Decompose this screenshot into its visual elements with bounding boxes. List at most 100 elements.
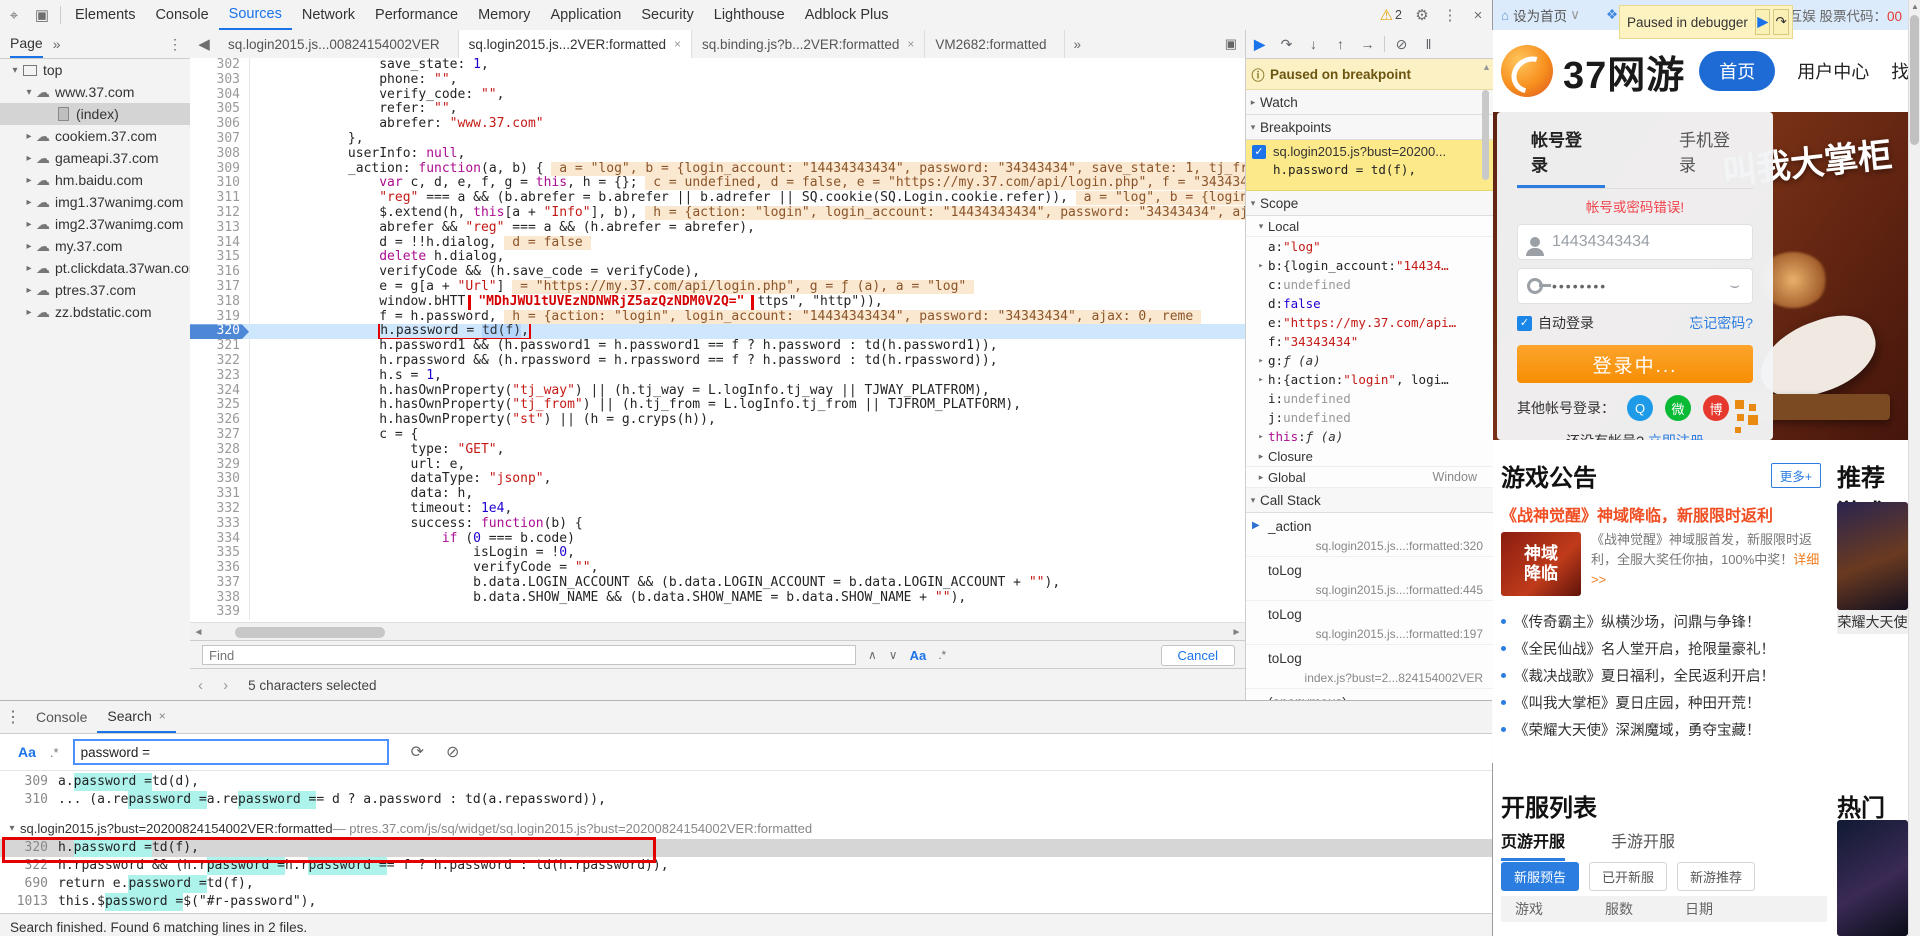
tree-item[interactable]: ▸zz.bdstatic.com (0, 301, 190, 323)
sidebar-menu-icon[interactable]: ⋮ (168, 36, 182, 53)
announcement-item[interactable]: 《全民仙战》名人堂开启，抢限量豪礼！ (1501, 635, 1831, 662)
scope-row[interactable]: ▸ b: {login_account: "14434… (1246, 256, 1493, 275)
sidebar-overflow-icon[interactable]: » (53, 36, 61, 52)
site-logo-icon[interactable] (1501, 45, 1553, 97)
line-number[interactable]: 308 (190, 146, 250, 162)
overlay-step-icon[interactable]: ↷ (1773, 9, 1789, 35)
announcement-item[interactable]: 《荣耀大天使》深渊魔域，勇夺宝藏！ (1501, 716, 1831, 743)
line-number[interactable]: 328 (190, 442, 250, 458)
site-logo-text[interactable]: 37网游 (1563, 44, 1685, 99)
line-number[interactable]: 307 (190, 131, 250, 147)
nav-user-center[interactable]: 用户中心 (1797, 58, 1869, 84)
source-tab[interactable]: sq.login2015.js...00824154002VER (218, 30, 459, 58)
scope-section[interactable]: ▾ Scope (1246, 191, 1493, 216)
set-homepage-link[interactable]: 设为首页 (1513, 5, 1567, 25)
tree-item[interactable]: ▸img2.37wanimg.com (0, 213, 190, 235)
settings-gear-icon[interactable]: ⚙ (1408, 1, 1436, 29)
callstack-frame[interactable]: _action sq.login2015.js...:formatted:320 (1246, 513, 1493, 557)
panel-tab[interactable]: Adblock Plus (795, 1, 899, 30)
refresh-icon[interactable]: ⟳ (411, 742, 424, 762)
scope-row[interactable]: i: undefined (1246, 389, 1493, 408)
show-navigator-icon[interactable]: ◀ (190, 30, 218, 58)
step-out-icon[interactable]: ↑ (1327, 36, 1354, 52)
panel-tab[interactable]: Security (631, 1, 703, 30)
match-case-toggle[interactable]: Aa (18, 744, 36, 760)
scroll-up-icon[interactable]: ▲ (1909, 0, 1920, 14)
scope-row[interactable]: c: undefined (1246, 275, 1493, 294)
resume-icon[interactable]: ▶ (1246, 36, 1273, 53)
line-number[interactable]: 314 (190, 235, 250, 251)
tree-item[interactable]: ▸hm.baidu.com (0, 169, 190, 191)
news-headline[interactable]: 《战神觉醒》神域降临，新服限时返利 (1501, 502, 1831, 526)
scrollbar-thumb[interactable] (235, 626, 385, 638)
scope-row[interactable]: ▸ Closure (1246, 446, 1493, 467)
search-result-row[interactable]: 690 return e. password = td(f), (0, 875, 1492, 893)
opened-servers-button[interactable]: 已开新服 (1589, 862, 1668, 891)
line-number[interactable]: 312 (190, 205, 250, 221)
recommended-game-caption[interactable]: 荣耀大天使 (1837, 610, 1908, 634)
line-number[interactable]: 337 (190, 575, 250, 591)
tree-item[interactable]: ▾ top (0, 59, 190, 81)
line-number[interactable]: 331 (190, 486, 250, 502)
source-tab[interactable]: sq.login2015.js...2VER:formatted × (458, 30, 693, 58)
wechat-login-icon[interactable]: 微 (1665, 395, 1691, 421)
panel-tab[interactable]: Sources (218, 1, 292, 30)
announcement-item[interactable]: 《叫我大掌柜》夏日庄园，种田开荒！ (1501, 689, 1831, 716)
breakpoint-item[interactable]: ✓ sq.login2015.js?bust=20200... h.passwo… (1246, 140, 1493, 191)
source-tab[interactable]: VM2682:formatted (925, 30, 1066, 58)
search-result-row[interactable]: 1013 this.$ password = $("#r-password"), (0, 893, 1492, 911)
more-button[interactable]: 更多+ (1770, 463, 1821, 488)
line-number[interactable]: 329 (190, 457, 250, 473)
tab-console[interactable]: Console (26, 702, 97, 733)
history-arrows-icon[interactable]: ‹ › (198, 677, 236, 694)
line-number[interactable]: 310 (190, 176, 250, 192)
line-number[interactable]: 315 (190, 250, 250, 266)
scope-row[interactable]: ▾ Local (1246, 216, 1493, 237)
weibo-login-icon[interactable]: 博 (1703, 395, 1729, 421)
find-cancel-button[interactable]: Cancel (1160, 644, 1235, 666)
line-number[interactable]: 321 (190, 338, 250, 354)
show-password-icon[interactable]: ⌣ (1729, 277, 1740, 295)
tree-item[interactable]: ▸gameapi.37.com (0, 147, 190, 169)
auto-login-checkbox[interactable]: ✓ (1517, 315, 1532, 331)
panel-tab[interactable]: Application (540, 1, 631, 30)
line-number[interactable]: 333 (190, 516, 250, 532)
line-number[interactable]: 324 (190, 383, 250, 399)
callstack-frame[interactable]: toLog sq.login2015.js...:formatted:445 (1246, 557, 1493, 601)
overlay-resume-icon[interactable]: ▶ (1754, 9, 1771, 35)
hot-game-thumbnail[interactable] (1837, 820, 1908, 936)
scope-row[interactable]: f: "34343434" (1246, 332, 1493, 351)
callstack-frame[interactable]: toLog sq.login2015.js...:formatted:197 (1246, 601, 1493, 645)
scope-row[interactable]: ▸ this: ƒ (a) (1246, 427, 1493, 446)
find-next-icon[interactable]: ∨ (889, 648, 898, 662)
pause-on-exceptions-icon[interactable]: ‖ (1415, 36, 1442, 52)
tree-item[interactable]: ▾www.37.com (0, 81, 190, 103)
step-into-icon[interactable]: ↓ (1300, 36, 1327, 52)
tab-search[interactable]: Search × (97, 702, 176, 733)
line-number[interactable]: 336 (190, 560, 250, 576)
warning-icon[interactable]: ⚠ (1380, 6, 1393, 24)
line-number[interactable]: 302 (190, 58, 250, 73)
line-number[interactable]: 311 (190, 190, 250, 206)
tab-close-icon[interactable]: × (674, 37, 681, 51)
line-number[interactable]: 317 (190, 279, 250, 295)
callstack-section[interactable]: ▾ Call Stack (1246, 488, 1493, 513)
line-number[interactable]: 339 (190, 605, 250, 621)
step-over-icon[interactable]: ↷ (1273, 36, 1300, 53)
line-number[interactable]: 330 (190, 472, 250, 488)
scope-row[interactable]: ▸ g: ƒ (a) (1246, 351, 1493, 370)
line-number[interactable]: 334 (190, 531, 250, 547)
announcement-item[interactable]: 《传奇霸主》纵横沙场，问鼎与争锋！ (1501, 608, 1831, 635)
qr-code[interactable] (1735, 400, 1765, 434)
devtools-close-icon[interactable]: × (1464, 1, 1492, 29)
inspect-icon[interactable]: ⌖ (0, 1, 28, 29)
line-number[interactable]: 303 (190, 72, 250, 88)
scope-row[interactable]: a: "log" (1246, 237, 1493, 256)
tab-web-servers[interactable]: 页游开服 (1501, 828, 1566, 861)
search-input[interactable] (72, 739, 389, 765)
recommended-game-thumbnail[interactable] (1837, 502, 1908, 610)
source-tab[interactable]: sq.binding.js?b...2VER:formatted × (692, 30, 926, 58)
line-number[interactable]: 338 (190, 590, 250, 606)
tab-overflow-icon[interactable]: » (1065, 30, 1089, 58)
tree-item[interactable]: ▸pt.clickdata.37wan.com (0, 257, 190, 279)
